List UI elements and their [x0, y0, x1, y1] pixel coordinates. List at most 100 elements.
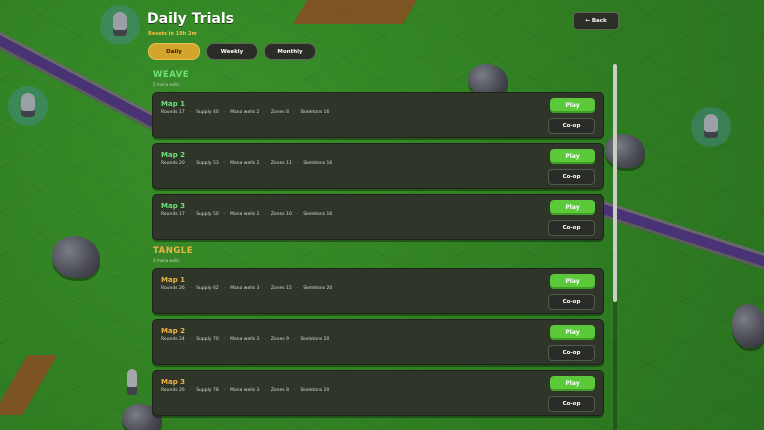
section-subtitle-weave: 2 mana wells: [153, 82, 180, 87]
scrollbar[interactable]: [613, 64, 617, 430]
map-name: Map 3: [161, 378, 186, 386]
stat-separator: ·: [189, 337, 192, 342]
stat-rounds: Rounds 17: [161, 110, 185, 115]
stat-separator: ·: [264, 388, 266, 393]
rock: [732, 304, 764, 348]
stat-separator: ·: [189, 286, 192, 291]
stat-separator: ·: [189, 388, 192, 393]
map-card: Map 2 Rounds 24 · Supply 70 · Mana wells 3…: [152, 319, 604, 365]
tab-weekly[interactable]: Weekly: [206, 43, 258, 60]
stat-skeletons: Skeletons 16: [303, 161, 333, 166]
stat-rounds: Rounds 26: [161, 286, 185, 291]
stat-rounds: Rounds 17: [161, 212, 185, 217]
coop-button[interactable]: Co-op: [548, 345, 595, 361]
stat-mana-wells: Mana wells 3: [230, 388, 260, 393]
stat-skeletons: Skeletons 16: [300, 110, 330, 115]
stat-supply: Supply 53: [196, 161, 219, 166]
coop-button[interactable]: Co-op: [548, 396, 595, 412]
skeleton-unit-icon: [100, 5, 140, 45]
play-button[interactable]: Play: [550, 200, 595, 215]
stat-mana-wells: Mana wells 3: [230, 337, 260, 342]
stat-separator: ·: [296, 286, 299, 291]
stat-skeletons: Skeletons 20: [300, 337, 330, 342]
stat-zones: Zones 8: [270, 110, 289, 115]
map-name: Map 1: [161, 100, 186, 108]
stat-zones: Zones 9: [270, 337, 289, 342]
stat-separator: ·: [296, 212, 299, 217]
stat-separator: ·: [296, 161, 299, 166]
map-stats: Rounds 17 · Supply 50 · Mana wells 2 · Zone…: [161, 212, 332, 217]
stat-mana-wells: Mana wells 2: [230, 161, 260, 166]
stat-supply: Supply 40: [196, 110, 219, 115]
stat-skeletons: Skeletons 20: [303, 286, 333, 291]
map-stats: Rounds 20 · Supply 53 · Mana wells 2 · Zone…: [161, 161, 332, 166]
back-button[interactable]: ← Back: [573, 12, 619, 30]
stat-zones: Zones 8: [270, 388, 289, 393]
play-button[interactable]: Play: [550, 98, 595, 113]
stat-separator: ·: [264, 286, 266, 291]
page-title: Daily Trials: [147, 11, 234, 27]
rock: [52, 236, 100, 278]
rock: [605, 134, 645, 168]
stat-mana-wells: Mana wells 2: [230, 110, 260, 115]
stat-rounds: Rounds 20: [161, 161, 185, 166]
stat-separator: ·: [293, 388, 296, 393]
map-card: Map 2 Rounds 20 · Supply 53 · Mana wells 2…: [152, 143, 604, 189]
reset-timer: Resets in 19h 2m: [148, 31, 197, 37]
map-stats: Rounds 24 · Supply 70 · Mana wells 3 · Zone…: [161, 337, 329, 342]
play-button[interactable]: Play: [550, 274, 595, 289]
stat-zones: Zones 11: [270, 161, 292, 166]
stat-separator: ·: [223, 286, 226, 291]
stat-zones: Zones 10: [270, 212, 292, 217]
stat-separator: ·: [189, 110, 192, 115]
coop-button[interactable]: Co-op: [548, 169, 595, 185]
stat-supply: Supply 78: [196, 388, 219, 393]
dirt-patch: [293, 0, 417, 24]
stat-separator: ·: [223, 212, 226, 217]
map-card: Map 1 Rounds 26 · Supply 62 · Mana wells 3…: [152, 268, 604, 314]
stat-separator: ·: [223, 388, 226, 393]
section-title-tangle: TANGLE: [153, 246, 194, 256]
stat-separator: ·: [264, 337, 266, 342]
stat-separator: ·: [189, 212, 192, 217]
stat-skeletons: Skeletons 16: [303, 212, 333, 217]
skeleton-figure-icon: [127, 369, 137, 395]
skeleton-unit-icon: [691, 107, 731, 147]
stat-supply: Supply 70: [196, 337, 219, 342]
play-button[interactable]: Play: [550, 376, 595, 391]
section-title-weave: WEAVE: [153, 70, 190, 80]
stat-separator: ·: [223, 161, 226, 166]
play-button[interactable]: Play: [550, 325, 595, 340]
stat-separator: ·: [264, 161, 266, 166]
play-button[interactable]: Play: [550, 149, 595, 164]
stat-zones: Zones 15: [270, 286, 292, 291]
map-card: Map 3 Rounds 17 · Supply 50 · Mana wells 2…: [152, 194, 604, 240]
stat-rounds: Rounds 24: [161, 337, 185, 342]
scrollbar-thumb[interactable]: [613, 64, 617, 302]
stat-skeletons: Skeletons 20: [300, 388, 330, 393]
tab-monthly[interactable]: Monthly: [264, 43, 316, 60]
map-stats: Rounds 26 · Supply 78 · Mana wells 3 · Zone…: [161, 388, 329, 393]
stat-mana-wells: Mana wells 2: [230, 212, 260, 217]
coop-button[interactable]: Co-op: [548, 294, 595, 310]
map-name: Map 3: [161, 202, 186, 210]
map-stats: Rounds 26 · Supply 62 · Mana wells 3 · Zone…: [161, 286, 332, 291]
map-name: Map 2: [161, 151, 186, 159]
map-name: Map 1: [161, 276, 186, 284]
coop-button[interactable]: Co-op: [548, 118, 595, 134]
skeleton-unit-icon: [8, 86, 48, 126]
stat-separator: ·: [264, 212, 266, 217]
section-subtitle-tangle: 3 mana wells: [153, 258, 180, 263]
coop-button[interactable]: Co-op: [548, 220, 595, 236]
stat-separator: ·: [293, 110, 296, 115]
map-card: Map 3 Rounds 26 · Supply 78 · Mana wells 3…: [152, 370, 604, 416]
stat-supply: Supply 50: [196, 212, 219, 217]
stat-separator: ·: [223, 110, 226, 115]
period-tabs: Daily Weekly Monthly: [148, 43, 316, 60]
stat-supply: Supply 62: [196, 286, 219, 291]
tab-daily[interactable]: Daily: [148, 43, 200, 60]
map-stats: Rounds 17 · Supply 40 · Mana wells 2 · Zone…: [161, 110, 329, 115]
stat-separator: ·: [293, 337, 296, 342]
stat-mana-wells: Mana wells 3: [230, 286, 260, 291]
map-card: Map 1 Rounds 17 · Supply 40 · Mana wells 2…: [152, 92, 604, 138]
